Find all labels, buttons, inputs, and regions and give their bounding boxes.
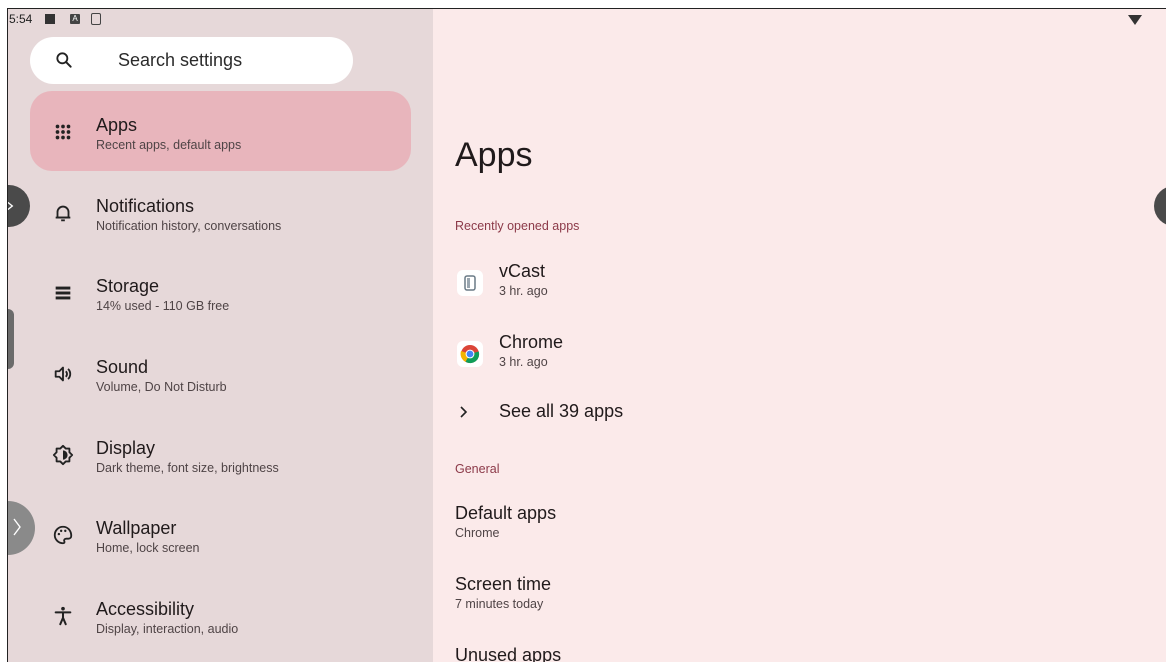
sidebar: 5:54 A Search settings Apps Recent apps,… (8, 9, 433, 662)
app-last-used: 3 hr. ago (499, 355, 548, 369)
pref-title: Unused apps (455, 645, 562, 662)
unused-apps-item[interactable]: Unused apps (455, 645, 1055, 662)
sidebar-item-title: Display (96, 438, 156, 458)
pref-title: Default apps (455, 503, 557, 523)
brightness-icon (52, 444, 74, 466)
sidebar-item-subtitle: Home, lock screen (96, 541, 200, 555)
storage-icon (55, 286, 71, 300)
app-name: vCast (499, 261, 546, 281)
apps-detail-pane: Apps Recently opened apps vCast 3 hr. ag… (433, 9, 1166, 662)
sidebar-item-accessibility[interactable]: Accessibility Display, interaction, audi… (30, 575, 411, 655)
sidebar-item-storage[interactable]: Storage 14% used - 110 GB free (30, 252, 411, 332)
sidebar-item-notifications[interactable]: Notifications Notification history, conv… (30, 172, 411, 252)
pref-subtitle: 7 minutes today (455, 597, 544, 611)
sidebar-item-apps[interactable]: Apps Recent apps, default apps (30, 91, 411, 171)
chrome-icon (457, 341, 483, 367)
recent-app-chrome[interactable]: Chrome 3 hr. ago (455, 330, 1155, 380)
sidebar-item-title: Storage (96, 276, 160, 296)
search-icon (56, 52, 72, 68)
pref-title: Screen time (455, 574, 552, 594)
sidebar-item-subtitle: Notification history, conversations (96, 219, 282, 233)
status-bar: 5:54 A (8, 9, 433, 31)
edge-panel-handle[interactable] (8, 185, 30, 227)
vcast-notification-icon (91, 13, 101, 25)
sidebar-item-title: Sound (96, 357, 149, 377)
accessibility-icon (54, 606, 72, 626)
search-input[interactable]: Search settings (30, 37, 353, 84)
screen-time-item[interactable]: Screen time 7 minutes today (455, 574, 1055, 620)
side-drag-handle[interactable] (8, 309, 14, 369)
bell-icon (55, 205, 71, 222)
sidebar-item-wallpaper[interactable]: Wallpaper Home, lock screen (30, 494, 411, 574)
apps-grid-icon (55, 124, 71, 140)
speaker-icon (54, 366, 72, 382)
notification-icon (45, 14, 55, 24)
sidebar-item-sound[interactable]: Sound Volume, Do Not Disturb (30, 333, 411, 413)
sidebar-item-title: Notifications (96, 196, 195, 216)
sidebar-item-subtitle: Volume, Do Not Disturb (96, 380, 227, 394)
vcast-icon (457, 270, 483, 296)
sidebar-item-subtitle: 14% used - 110 GB free (96, 299, 230, 313)
wifi-icon (1128, 15, 1142, 25)
app-name: Chrome (499, 332, 564, 352)
sidebar-item-title: Apps (96, 115, 138, 135)
sidebar-item-display[interactable]: Display Dark theme, font size, brightnes… (30, 414, 411, 494)
settings-window: 5:54 A Search settings Apps Recent apps,… (7, 8, 1166, 662)
notification-a-icon: A (70, 14, 80, 24)
chevron-right-icon (8, 201, 14, 211)
app-last-used: 3 hr. ago (499, 284, 548, 298)
right-edge-handle[interactable] (1154, 186, 1166, 226)
status-time: 5:54 (9, 12, 33, 26)
default-apps-item[interactable]: Default apps Chrome (455, 503, 1055, 549)
pref-subtitle: Chrome (455, 526, 500, 540)
page-title: Apps (455, 136, 533, 174)
sidebar-item-title: Wallpaper (96, 518, 177, 538)
see-all-apps-button[interactable]: See all 39 apps (455, 399, 755, 425)
see-all-apps-label: See all 39 apps (499, 401, 624, 421)
chevron-right-icon (460, 406, 468, 418)
sidebar-item-title: Accessibility (96, 599, 195, 619)
sidebar-item-subtitle: Dark theme, font size, brightness (96, 461, 279, 475)
section-header-recent: Recently opened apps (455, 219, 580, 233)
recent-app-vcast[interactable]: vCast 3 hr. ago (455, 259, 1155, 309)
palette-icon (53, 525, 73, 545)
section-header-general: General (455, 462, 500, 476)
sidebar-item-subtitle: Recent apps, default apps (96, 138, 242, 152)
chevron-right-icon (13, 518, 21, 536)
sidebar-item-subtitle: Display, interaction, audio (96, 622, 239, 636)
search-placeholder: Search settings (118, 50, 243, 70)
